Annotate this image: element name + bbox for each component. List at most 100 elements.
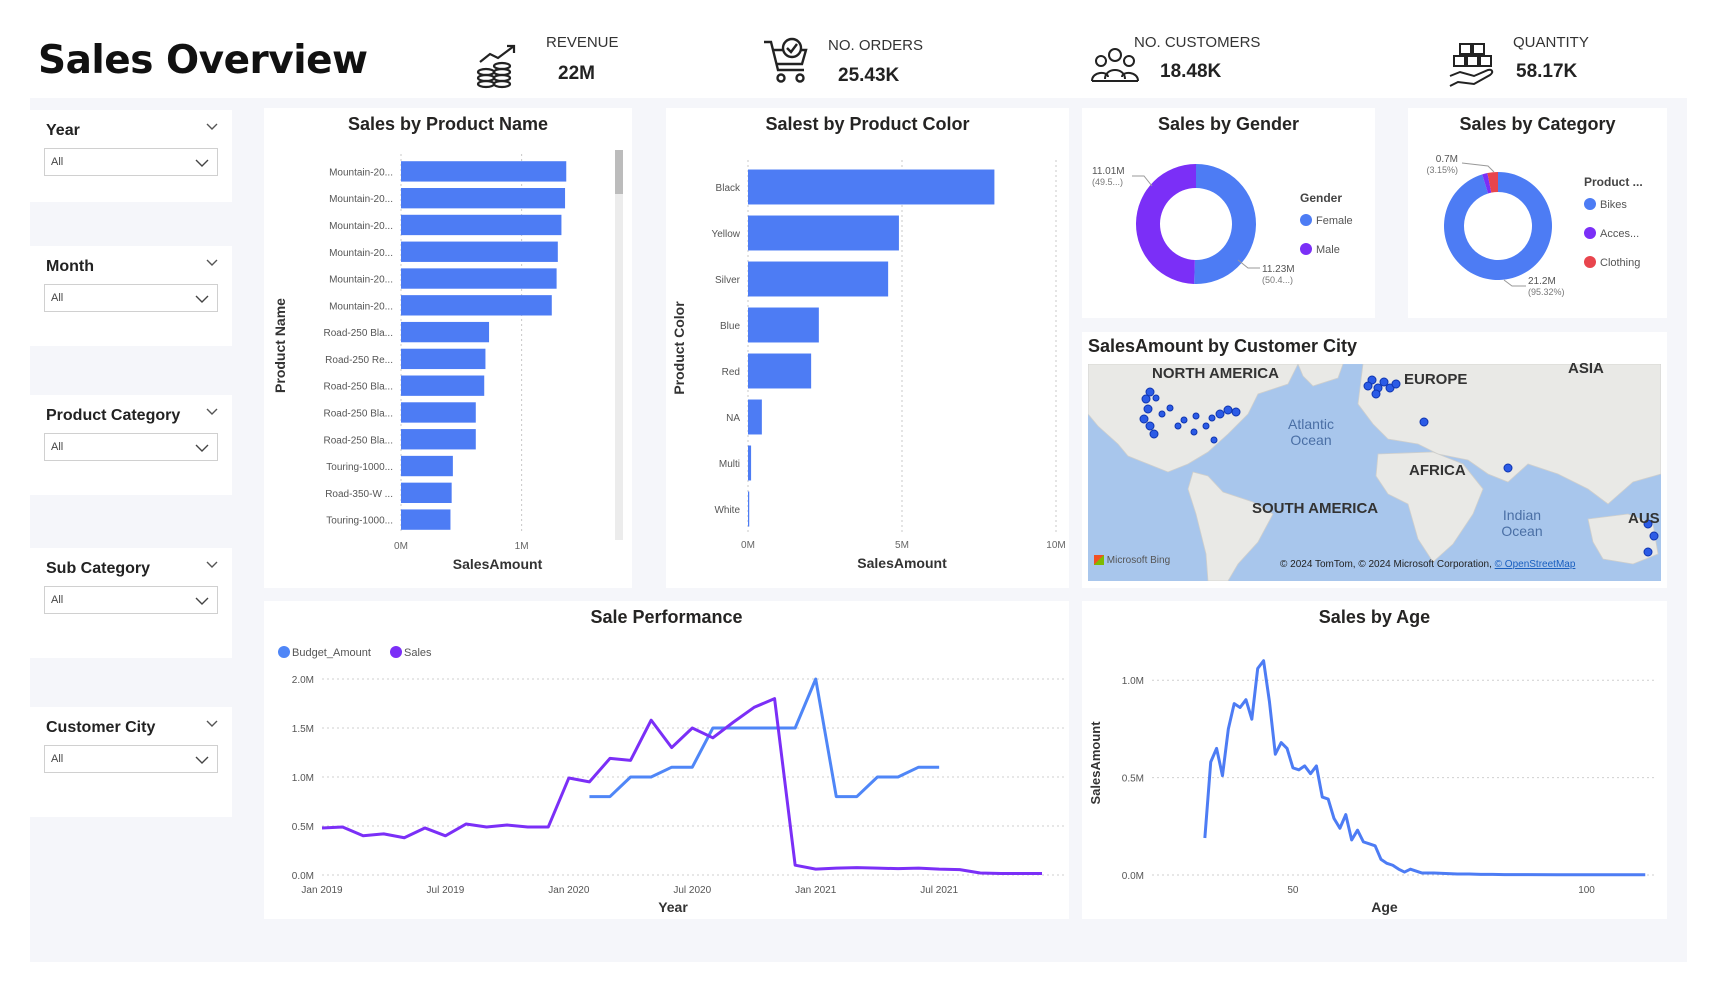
x-tick-label: Jan 2019 bbox=[301, 885, 343, 896]
y-tick-label: Mountain-20... bbox=[329, 167, 393, 178]
customers-icon bbox=[1091, 48, 1139, 82]
kpi-label: REVENUE bbox=[546, 34, 619, 51]
kpi-customers: NO. CUSTOMERS 18.48K bbox=[1090, 32, 1300, 92]
slicer-title: Sub Category bbox=[46, 560, 151, 577]
y-tick-label: Multi bbox=[719, 459, 740, 470]
slicer-dropdown[interactable]: All bbox=[44, 586, 218, 614]
chevron-down-icon[interactable] bbox=[206, 256, 218, 268]
scrollbar-thumb[interactable] bbox=[615, 150, 623, 194]
slicer-value: All bbox=[51, 156, 64, 168]
legend-label: Clothing bbox=[1600, 257, 1640, 269]
bar bbox=[401, 241, 558, 262]
map-brand: Microsoft Bing bbox=[1106, 555, 1171, 566]
bar bbox=[748, 353, 812, 389]
slicer-dropdown[interactable]: All bbox=[44, 148, 218, 176]
y-tick-label: Silver bbox=[715, 275, 741, 286]
chevron-down-icon[interactable] bbox=[206, 717, 218, 729]
y-tick-label: Yellow bbox=[711, 229, 740, 240]
chevron-down-icon[interactable] bbox=[206, 120, 218, 132]
chevron-down-icon[interactable] bbox=[206, 405, 218, 417]
slicer-value: All bbox=[51, 594, 64, 606]
series-line bbox=[1203, 659, 1646, 877]
bar bbox=[748, 399, 762, 435]
x-tick-label: 5M bbox=[895, 540, 909, 551]
legend-label: Budget_Amount bbox=[292, 647, 371, 659]
legend-label: Male bbox=[1316, 244, 1340, 256]
pie-slice bbox=[1135, 164, 1196, 284]
chevron-down-icon bbox=[195, 444, 209, 452]
kpi-value: 22M bbox=[558, 63, 595, 84]
x-tick-label: Jul 2020 bbox=[673, 885, 711, 896]
panel-performance[interactable]: Sale Performance 0.0M 0.5M 1.0M 1.5M 2.0M Jan… bbox=[264, 601, 1069, 919]
osm-link[interactable]: © OpenStreetMap bbox=[1495, 559, 1576, 570]
x-tick-label: Jan 2021 bbox=[795, 885, 837, 896]
y-tick-label: Road-350-W ... bbox=[325, 489, 393, 500]
bar bbox=[401, 482, 452, 503]
y-tick-label: 1.0M bbox=[1122, 676, 1144, 687]
bar bbox=[748, 261, 889, 297]
y-tick-label: Touring-1000... bbox=[326, 516, 393, 527]
slicer-year[interactable]: Year All bbox=[30, 110, 232, 202]
slicer-product-category[interactable]: Product Category All bbox=[30, 395, 232, 495]
y-tick-label: Mountain-20... bbox=[329, 221, 393, 232]
slicer-customer-city[interactable]: Customer City All bbox=[30, 707, 232, 817]
y-tick-label: 0.0M bbox=[1122, 871, 1144, 882]
bar bbox=[401, 321, 490, 343]
kpi-label: NO. CUSTOMERS bbox=[1134, 34, 1261, 51]
x-tick-label: 100 bbox=[1578, 885, 1595, 896]
y-tick-label: Mountain-20... bbox=[329, 194, 393, 205]
y-tick-label: Touring-1000... bbox=[326, 462, 393, 473]
panel-category[interactable]: Sales by Category Product ... Bikes Acces.… bbox=[1408, 108, 1667, 318]
leader-line bbox=[1461, 162, 1495, 173]
slicer-month[interactable]: Month All bbox=[30, 246, 232, 346]
kpi-value: 25.43K bbox=[838, 65, 900, 86]
chevron-down-icon bbox=[195, 159, 209, 167]
x-tick-label: 0M bbox=[741, 540, 755, 551]
y-tick-label: Mountain-20... bbox=[329, 301, 393, 312]
slicer-value: All bbox=[51, 441, 64, 453]
cart-icon bbox=[764, 37, 808, 83]
legend-title: Product ... bbox=[1584, 175, 1643, 189]
legend-marker bbox=[390, 646, 402, 658]
y-tick-label: Mountain-20... bbox=[329, 248, 393, 259]
map-label: AFRICA bbox=[1409, 462, 1466, 479]
bar bbox=[748, 169, 995, 205]
panel-map[interactable]: SalesAmount by Customer City NORTH AMERI… bbox=[1082, 332, 1667, 588]
panel-product-name[interactable]: Sales by Product Name 0M 1M Mountain-20...… bbox=[264, 108, 632, 588]
world-map[interactable] bbox=[1088, 364, 1661, 581]
y-tick-label: NA bbox=[726, 413, 740, 424]
bar bbox=[748, 491, 750, 527]
x-tick-label: 10M bbox=[1046, 540, 1065, 551]
panel-age[interactable]: Sales by Age 0.0M 0.5M 1.0M 50 100 Age SalesAm… bbox=[1082, 601, 1667, 919]
slicer-dropdown[interactable]: All bbox=[44, 433, 218, 461]
y-tick-label: Red bbox=[722, 367, 740, 378]
leader-line bbox=[1132, 175, 1153, 187]
slicer-sub-category[interactable]: Sub Category All bbox=[30, 548, 232, 658]
y-tick-label: Road-250 Bla... bbox=[324, 435, 394, 446]
panel-product-color[interactable]: Salest by Product Color 0M 5M 10M Black Yell… bbox=[666, 108, 1069, 588]
y-axis-title: Product Name bbox=[272, 298, 288, 393]
map-title: SalesAmount by Customer City bbox=[1088, 336, 1358, 356]
bar bbox=[401, 214, 562, 236]
slicer-dropdown[interactable]: All bbox=[44, 745, 218, 773]
map-label: Indian Ocean bbox=[1501, 507, 1543, 539]
data-label: 11.23M bbox=[1262, 264, 1295, 275]
slicer-value: All bbox=[51, 753, 64, 765]
y-axis-title: Product Color bbox=[671, 301, 687, 395]
x-axis-title: SalesAmount bbox=[857, 555, 947, 571]
chevron-down-icon[interactable] bbox=[206, 558, 218, 570]
map-label: Atlantic Ocean bbox=[1288, 416, 1334, 448]
chevron-down-icon bbox=[195, 597, 209, 605]
panel-gender[interactable]: Sales by Gender Gender Female Male 11.23M (5… bbox=[1082, 108, 1375, 318]
leader-line bbox=[1503, 279, 1526, 287]
map-label: AUS bbox=[1628, 510, 1660, 527]
legend-label: Bikes bbox=[1600, 199, 1627, 211]
legend-marker bbox=[278, 646, 290, 658]
map-label: ASIA bbox=[1568, 360, 1604, 377]
map-label: NORTH AMERICA bbox=[1152, 365, 1279, 382]
series-line bbox=[321, 697, 1042, 876]
data-label: 21.2M bbox=[1528, 276, 1556, 287]
bar bbox=[401, 509, 451, 530]
slicer-dropdown[interactable]: All bbox=[44, 284, 218, 312]
microsoft-icon bbox=[1094, 555, 1104, 566]
